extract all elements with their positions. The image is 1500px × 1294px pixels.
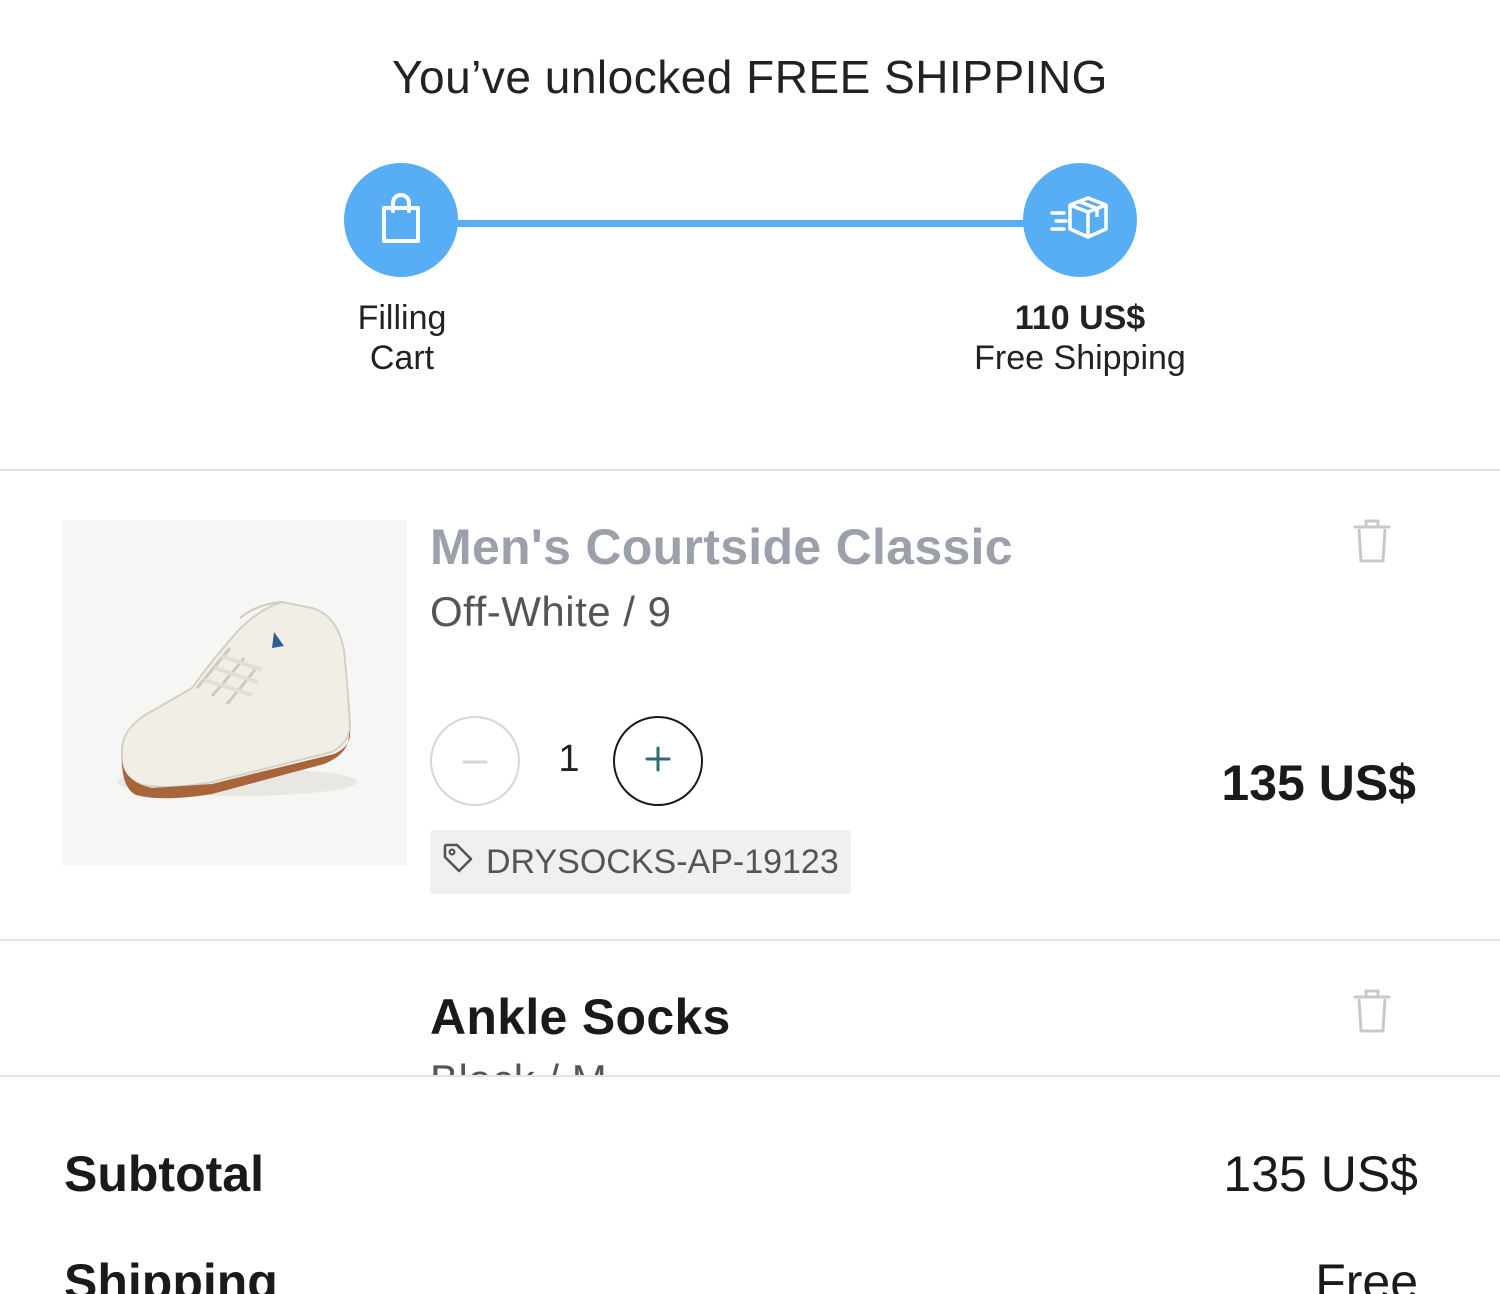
step-free-shipping: [1023, 163, 1137, 277]
trash-icon: [1352, 517, 1392, 570]
cart-line-item: Men's Courtside Classic Off-White / 9 1 …: [0, 470, 1500, 940]
discount-code: DRYSOCKS-AP-19123: [486, 842, 839, 881]
step-free-shipping-label: 110 US$ Free Shipping: [974, 299, 1186, 377]
product-image[interactable]: [62, 520, 407, 865]
step-filling-cart: [344, 163, 458, 277]
tag-icon: [442, 842, 474, 883]
discount-code-tag: DRYSOCKS-AP-19123: [430, 830, 851, 894]
subtotal-value: 135 US$: [1223, 1146, 1418, 1202]
product-variant: Off-White / 9: [430, 588, 672, 635]
free-shipping-title: You’ve unlocked FREE SHIPPING: [392, 51, 1108, 103]
line-item-price: 135 US$: [1221, 755, 1416, 811]
free-shipping-banner: You’ve unlocked FREE SHIPPING Filling Ca…: [0, 0, 1500, 470]
remove-item-button[interactable]: [1350, 518, 1394, 568]
product-variant: Black / M: [430, 1056, 607, 1075]
shipping-label: Shipping: [64, 1254, 278, 1294]
shopping-bag-icon: [376, 191, 426, 250]
trash-icon: [1352, 987, 1392, 1040]
decrease-quantity-button[interactable]: [430, 716, 520, 806]
subtotal-label: Subtotal: [64, 1146, 264, 1202]
shipping-row: Shipping Free: [64, 1253, 1418, 1294]
increase-quantity-button[interactable]: [613, 716, 703, 806]
order-summary: Subtotal 135 US$ Shipping Free: [0, 1075, 1500, 1294]
cart-line-item: Ankle Socks Black / M: [0, 940, 1500, 1075]
quantity-value[interactable]: 1: [539, 738, 599, 781]
shipping-progress-bar: [400, 220, 1080, 227]
step-filling-cart-label: Filling Cart: [357, 299, 447, 377]
plus-icon: [645, 746, 671, 777]
shipping-value: Free: [1315, 1254, 1418, 1294]
product-name[interactable]: Men's Courtside Classic: [430, 518, 1013, 576]
product-name[interactable]: Ankle Socks: [430, 988, 731, 1046]
minus-icon: [462, 752, 488, 770]
subtotal-row: Subtotal 135 US$: [64, 1145, 1418, 1203]
remove-item-button[interactable]: [1350, 988, 1394, 1038]
shipping-box-icon: [1048, 191, 1112, 250]
